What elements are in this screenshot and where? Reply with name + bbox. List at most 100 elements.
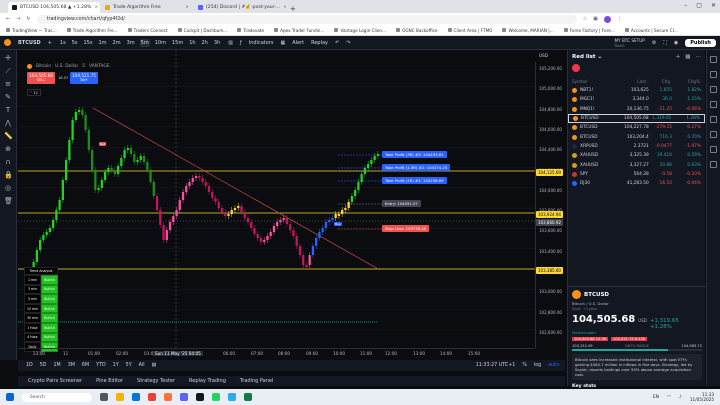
speaker-icon[interactable]: ♪ [679, 395, 682, 400]
lock-icon[interactable]: 🔒 [4, 171, 13, 179]
extensions-icon[interactable]: ▣ [593, 16, 598, 22]
quantity-field[interactable]: ˄ 12 [27, 89, 41, 96]
range-1m[interactable]: 1M [54, 363, 61, 368]
timeframe-10m[interactable]: 10m [154, 39, 167, 47]
hotlists-icon[interactable] [710, 101, 717, 108]
bottom-tab[interactable]: Crypto Pairs Screener [28, 378, 82, 384]
timeframe-2m[interactable]: 2m [112, 39, 122, 47]
bottom-tab[interactable]: Strategy Tester [137, 378, 175, 384]
zoom-icon[interactable]: ⊕ [4, 145, 12, 153]
whatsapp-icon[interactable] [212, 393, 220, 401]
watchlist-row[interactable]: BTCUSD 103,204.4 716.3 0.70% [568, 132, 705, 141]
system-clock[interactable]: 11:33 11/05/2025 [690, 392, 714, 402]
maximize-icon[interactable]: ▢ [696, 2, 702, 9]
fullscreen-icon[interactable]: ⛶ [663, 40, 667, 46]
brush-icon[interactable]: ✎ [4, 93, 12, 101]
ruler-icon[interactable]: 📏 [4, 132, 13, 140]
range-1d[interactable]: 1D [26, 363, 33, 368]
bottom-tab[interactable]: Replay Trading [189, 378, 226, 384]
wifi-icon[interactable]: ◠ [667, 395, 671, 400]
range-ytd[interactable]: YTD [96, 363, 106, 368]
column-last[interactable]: Last [610, 79, 646, 84]
column-chg-pct[interactable]: Chg% [670, 79, 700, 84]
bookmark-item[interactable]: Tradovate [237, 28, 264, 33]
bookmark-item[interactable]: Apex Trader Fundin... [274, 28, 324, 33]
undo-icon[interactable]: ↶ [335, 40, 339, 46]
browser-tab[interactable]: Trade Algorithm Free × [101, 2, 193, 13]
chart-clock[interactable]: 11:33:27 UTC+1 [476, 363, 516, 368]
notifications-icon[interactable] [710, 161, 717, 168]
entry-label[interactable]: Entry: 104051.57 [382, 200, 421, 207]
timeframe-1h[interactable]: 1h [188, 39, 196, 47]
candlestick-chart[interactable] [18, 50, 535, 348]
watchlist-row[interactable]: BTCUSD 104,227.78 -279.25 -0.27% [568, 123, 705, 132]
news-box[interactable]: Bitcoin sees increased institutional int… [572, 354, 702, 380]
task-view-icon[interactable] [100, 393, 108, 401]
templates-icon[interactable]: ▦ [280, 40, 285, 46]
timeframe-3h[interactable]: 3h [213, 39, 221, 47]
camera-icon[interactable]: ◉ [674, 40, 678, 46]
tradingview-icon[interactable] [196, 393, 204, 401]
range-6m[interactable]: 6M [82, 363, 89, 368]
close-icon[interactable]: × [94, 5, 98, 10]
timeframe-2h[interactable]: 2h [201, 39, 209, 47]
watchlist-title[interactable]: Red list [572, 54, 596, 60]
excel-icon[interactable] [244, 393, 252, 401]
replay-button[interactable]: Replay [311, 40, 328, 46]
close-icon[interactable]: × [283, 5, 286, 10]
more-icon[interactable]: ⋯ [696, 54, 702, 60]
eye-icon[interactable]: ◎ [4, 184, 12, 192]
ideas-icon[interactable] [710, 131, 717, 138]
magnet-icon[interactable]: ∩ [4, 158, 12, 166]
timeframe-15m[interactable]: 15m [171, 39, 184, 47]
timeframe-3m[interactable]: 3m [126, 39, 136, 47]
bookmark-item[interactable]: Trade Algorithm Fre... [66, 28, 118, 33]
stop-loss-label[interactable]: Stop Loss: 103776.45 [382, 225, 430, 232]
window-close-icon[interactable]: ✕ [711, 2, 716, 9]
range-all[interactable]: All [139, 363, 145, 368]
crosshair-icon[interactable]: ✛ [4, 54, 12, 62]
indicators-icon[interactable]: ƒ [240, 40, 242, 46]
column-symbol[interactable]: Symbol [572, 79, 610, 84]
watchlist-row[interactable]: XAUUSD 3,325.39 19.410 0.59% [568, 151, 705, 160]
add-symbol-icon[interactable]: + [48, 40, 52, 46]
timeframe-5m[interactable]: 5m [139, 38, 150, 47]
bookmark-item[interactable]: Cockpit | Dashbum... [177, 28, 227, 33]
bottom-tab[interactable]: Pine Editor [96, 378, 123, 384]
detail-symbol[interactable]: BTCUSD [584, 292, 609, 298]
menu-icon[interactable]: ⋮ [617, 16, 622, 22]
axis-currency[interactable]: USD [539, 53, 548, 58]
windows-start-icon[interactable] [6, 393, 14, 401]
bookmark-item[interactable]: OGNC Backoffice [396, 28, 438, 33]
take-profit-1-label[interactable]: Take Profit (1R) #1: 104256.69 [382, 177, 447, 184]
time-axis[interactable]: 23:00 11 01:00 02:00 03:00 Sun 11 May '25 04:… [18, 348, 535, 357]
edge-icon[interactable] [132, 393, 140, 401]
watchlist-row[interactable]: MNQ1! 20,136.75 -11.25 -0.06% [568, 105, 705, 114]
bookmark-item[interactable]: Forex Factory | Fore... [563, 28, 615, 33]
chat-icon[interactable] [710, 146, 717, 153]
ask-box[interactable]: 104,521.75 8.43K [611, 337, 648, 341]
telegram-icon[interactable] [228, 393, 236, 401]
auto-toggle[interactable]: auto [548, 363, 559, 368]
settings-icon[interactable]: ⚙ [652, 40, 656, 46]
bookmark-item[interactable]: Traders Connect [127, 28, 168, 33]
watchlist-flag[interactable] [568, 64, 705, 74]
column-chg[interactable]: Chg [646, 79, 670, 84]
forward-icon[interactable]: → [16, 16, 20, 22]
chevron-down-icon[interactable]: ⌄ [598, 54, 603, 60]
profile-avatar[interactable] [603, 15, 611, 23]
fib-icon[interactable]: ≡ [4, 80, 12, 88]
trendline-icon[interactable]: ⟋ [4, 67, 12, 75]
alert-button[interactable]: Alert [292, 40, 304, 46]
timeframe-5s[interactable]: 5s [71, 39, 79, 47]
new-tab-icon[interactable]: + [290, 5, 296, 13]
buy-button[interactable]: 104,521.75 BUY [70, 72, 98, 84]
bookmark-item[interactable]: Vantage Login Clien... [334, 28, 386, 33]
range-3m[interactable]: 3M [68, 363, 75, 368]
timeframe-1s[interactable]: 1s [59, 39, 67, 47]
price-axis[interactable]: USD 105,200.00 105,000.00 104,800.00 104,60… [535, 53, 565, 348]
log-toggle[interactable]: log [534, 363, 541, 368]
back-icon[interactable]: ← [6, 16, 10, 22]
percent-toggle[interactable]: % [522, 363, 527, 368]
discord-icon[interactable] [180, 393, 188, 401]
